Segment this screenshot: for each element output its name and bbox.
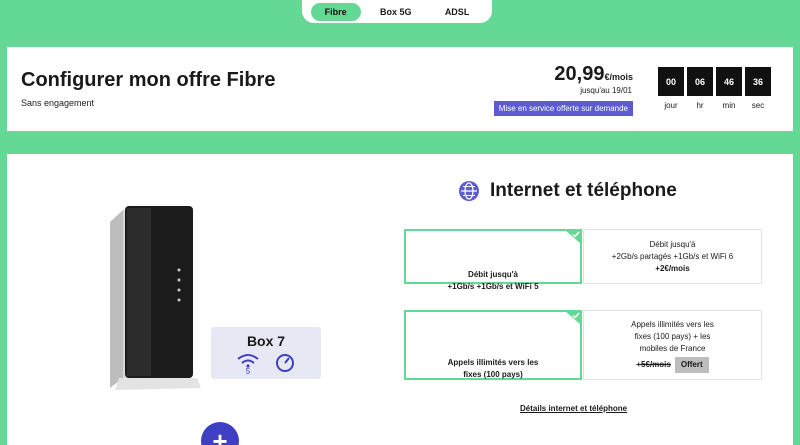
old-price: +5€/mois [636, 360, 671, 369]
countdown-seconds: 36 sec [745, 67, 771, 110]
countdown-minutes: 46 min [716, 67, 742, 110]
page-subtitle: Sans engagement [21, 98, 95, 108]
option-appels-fixes[interactable]: Appels illimités vers les fixes (100 pay… [404, 310, 582, 380]
price-amount: 20,99 [554, 63, 605, 85]
option-debit-2gbs[interactable]: Débit jusqu'à +2Gb/s partagés +1Gb/s et … [583, 229, 762, 284]
speed-gauge-icon [276, 354, 294, 372]
details-internet-link[interactable]: Détails internet et téléphone [520, 404, 627, 413]
wifi-icon: 5 [237, 354, 259, 374]
countdown-minutes-label: min [722, 101, 736, 110]
section-title: Internet et téléphone [490, 180, 677, 201]
offer-tabs: Fibre Box 5G ADSL [302, 0, 492, 23]
countdown-minutes-value: 46 [716, 67, 742, 96]
promo-badge: Mise en service offerte sur demande [493, 101, 633, 116]
router-image [110, 206, 201, 390]
countdown-hours: 06 hr [687, 67, 713, 110]
wifi-level: 5 [246, 367, 251, 374]
product-features: 5 [211, 352, 321, 374]
countdown-hours-value: 06 [687, 67, 713, 96]
price-unit: €/mois [604, 72, 633, 82]
option-debit-2gbs-price: +2€/mois [655, 264, 690, 273]
option-appels-mobiles-line3: mobiles de France [639, 344, 706, 353]
check-icon [572, 231, 580, 238]
page-title: Configurer mon offre Fibre [21, 69, 276, 91]
countdown-days-value: 00 [658, 67, 684, 96]
price-until: jusqu'au 19/01 [580, 86, 632, 95]
offer-header: Configurer mon offre Fibre Sans engageme… [7, 47, 793, 131]
tab-fibre[interactable]: Fibre [310, 2, 361, 21]
option-appels-mobiles[interactable]: Appels illimités vers les fixes (100 pay… [583, 310, 762, 380]
price: 20,99€/mois [554, 63, 633, 86]
tab-adsl[interactable]: ADSL [431, 3, 484, 21]
countdown-seconds-value: 36 [745, 67, 771, 96]
option-appels-mobiles-pricing: +5€/mois Offert [584, 357, 761, 373]
option-appels-fixes-label: Appels illimités vers les fixes (100 pay… [447, 358, 539, 379]
countdown-hours-label: hr [696, 101, 704, 110]
option-debit-2gbs-line2: +2Gb/s partagés +1Gb/s et WiFi 6 [611, 252, 734, 261]
configurator-card: Box 7 5 Internet et téléphone Débit jusq… [7, 154, 793, 445]
add-button[interactable]: + [201, 422, 239, 445]
check-icon [572, 312, 580, 319]
selected-check [565, 311, 581, 325]
offert-badge: Offert [674, 357, 709, 373]
product-name: Box 7 [246, 333, 286, 349]
tab-box-5g[interactable]: Box 5G [366, 3, 426, 21]
selected-check [565, 230, 581, 244]
option-debit-1gbs-label: Débit jusqu'à +1Gb/s +1Gb/s et WiFi 5 [447, 270, 539, 291]
countdown-days-label: jour [664, 101, 678, 110]
option-debit-1gbs[interactable]: Débit jusqu'à +1Gb/s +1Gb/s et WiFi 5 [404, 229, 582, 291]
option-appels-mobiles-line1: Appels illimités vers les [631, 320, 714, 329]
countdown-seconds-label: sec [751, 101, 765, 110]
globe-icon [459, 181, 479, 201]
countdown-timer: 00 jour 06 hr 46 min 36 sec [658, 67, 771, 110]
countdown-days: 00 jour [658, 67, 684, 110]
option-appels-mobiles-line2: fixes (100 pays) + les [634, 332, 711, 341]
section-header: Internet et téléphone [458, 180, 677, 202]
option-debit-2gbs-line1: Débit jusqu'à [649, 240, 696, 249]
product-card: Box 7 5 [211, 327, 321, 379]
